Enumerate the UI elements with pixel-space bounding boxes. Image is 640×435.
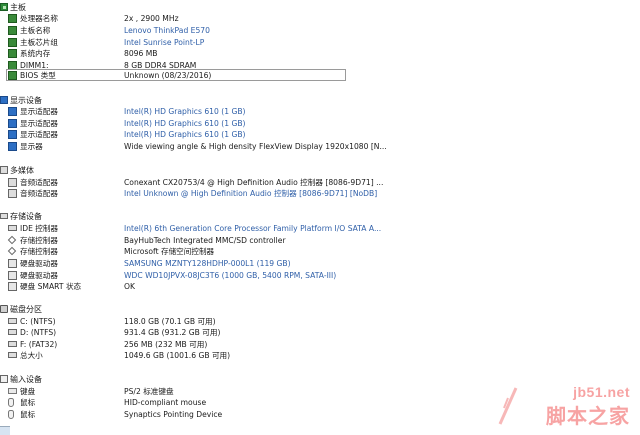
item-value-link[interactable]: Intel Sunrise Point-LP xyxy=(124,37,204,48)
item-label: 显示器 xyxy=(20,142,43,151)
item-label: 显示适配器 xyxy=(20,119,58,128)
item-label: 音频适配器 xyxy=(20,178,58,187)
category-title: 输入设备 xyxy=(10,375,42,384)
board-chip-icon xyxy=(8,38,17,47)
item-value: Microsoft 存储空间控制器 xyxy=(124,247,215,256)
site-watermark: jb51.net 脚本之家 xyxy=(498,384,634,430)
item-value: Wide viewing angle & High density FlexVi… xyxy=(124,142,387,151)
item-value-link[interactable]: SAMSUNG MZNTY128HDHP-000L1 (119 GB) xyxy=(124,258,291,269)
item-value: 1049.6 GB (1001.6 GB 可用) xyxy=(124,351,231,360)
item-value-link[interactable]: Intel(R) HD Graphics 610 (1 GB) xyxy=(124,118,246,129)
item-label: 硬盘驱动器 xyxy=(20,259,58,268)
category-title: 显示设备 xyxy=(10,96,42,105)
item-label: 鼠标 xyxy=(20,410,36,419)
watermark-url: jb51.net xyxy=(573,384,630,400)
board-chip-icon xyxy=(8,49,17,58)
item-value: OK xyxy=(124,282,135,291)
speaker-icon xyxy=(8,189,17,198)
watermark-slash-icon xyxy=(498,387,518,425)
category-title: 多媒体 xyxy=(10,166,34,175)
hard-drive-icon xyxy=(8,259,17,268)
watermark-name: 脚本之家 xyxy=(546,404,630,428)
hard-drive-icon xyxy=(8,271,17,280)
display-icon xyxy=(0,96,8,104)
total-size-icon xyxy=(8,352,17,358)
item-label: 主板名称 xyxy=(20,26,51,35)
board-chip-icon xyxy=(8,14,17,23)
monitor-icon xyxy=(8,142,17,151)
item-value: 2x , 2900 MHz xyxy=(124,14,179,23)
category-title: 磁盘分区 xyxy=(10,305,42,314)
partition-icon xyxy=(0,305,8,313)
item-value-link[interactable]: Intel(R) HD Graphics 610 (1 GB) xyxy=(124,106,246,117)
item-label: 鼠标 xyxy=(20,398,36,407)
item-value-link[interactable]: WDC WD10JPVX-08JC3T6 (1000 GB, 5400 RPM,… xyxy=(124,270,336,281)
board-chip-icon xyxy=(8,26,17,35)
storage-controller-icon xyxy=(7,235,17,245)
item-value-link[interactable]: Intel(R) 6th Generation Core Processor F… xyxy=(124,223,381,234)
item-value: BayHubTech Integrated MMC/SD controller xyxy=(124,236,286,245)
storage-controller-icon xyxy=(7,246,17,256)
motherboard-icon xyxy=(0,3,8,11)
ide-controller-icon xyxy=(8,225,17,231)
item-value: 118.0 GB (70.1 GB 可用) xyxy=(124,317,216,326)
item-label: 显示适配器 xyxy=(20,107,58,116)
keyboard-icon xyxy=(8,388,17,394)
item-label: 存储控制器 xyxy=(20,236,58,245)
item-value: Conexant CX20753/4 @ High Definition Aud… xyxy=(124,178,384,187)
drive-f-icon xyxy=(8,341,17,347)
item-label: 总大小 xyxy=(20,351,43,360)
item-value: 931.4 GB (931.2 GB 可用) xyxy=(124,328,221,337)
item-label: 存储控制器 xyxy=(20,247,58,256)
item-label: 音频适配器 xyxy=(20,189,58,198)
item-value: 256 MB (232 MB 可用) xyxy=(124,340,208,349)
speaker-icon xyxy=(8,178,17,187)
item-value: 8096 MB xyxy=(124,49,158,58)
input-device-icon xyxy=(0,375,8,383)
item-value: Unknown (08/23/2016) xyxy=(124,71,212,80)
item-label: 显示适配器 xyxy=(20,130,58,139)
bios-icon xyxy=(8,71,17,80)
item-value: PS/2 标准键盘 xyxy=(124,387,174,396)
item-value: HID-compliant mouse xyxy=(124,398,207,407)
mouse-icon xyxy=(8,398,14,407)
item-label: C: (NTFS) xyxy=(20,317,56,326)
display-adapter-icon xyxy=(8,107,17,116)
multimedia-icon xyxy=(0,166,8,174)
item-label: IDE 控制器 xyxy=(20,224,59,233)
display-adapter-icon xyxy=(8,130,17,139)
category-title: 存储设备 xyxy=(10,212,42,221)
item-label: 系统内存 xyxy=(20,49,51,58)
drive-d-icon xyxy=(8,329,17,335)
item-value-link[interactable]: Intel Unknown @ High Definition Audio 控制… xyxy=(124,188,377,199)
category-title: 主板 xyxy=(10,3,26,12)
drive-c-icon xyxy=(8,318,17,324)
storage-icon xyxy=(0,213,8,219)
smart-status-icon xyxy=(8,282,17,291)
item-label: 硬盘驱动器 xyxy=(20,271,58,280)
item-label: D: (NTFS) xyxy=(20,328,57,337)
item-value-link[interactable]: Lenovo ThinkPad E570 xyxy=(124,25,210,36)
item-value-link[interactable]: Intel(R) HD Graphics 610 (1 GB) xyxy=(124,129,246,140)
item-label: 主板芯片组 xyxy=(20,38,58,47)
item-label: F: (FAT32) xyxy=(20,340,58,349)
item-label: BIOS 类型 xyxy=(20,71,56,80)
item-label: 键盘 xyxy=(20,387,36,396)
mouse-icon xyxy=(8,410,14,419)
item-label: 处理器名称 xyxy=(20,14,58,23)
item-value: Synaptics Pointing Device xyxy=(124,410,223,419)
display-adapter-icon xyxy=(8,119,17,128)
item-label: 硬盘 SMART 状态 xyxy=(20,282,82,291)
